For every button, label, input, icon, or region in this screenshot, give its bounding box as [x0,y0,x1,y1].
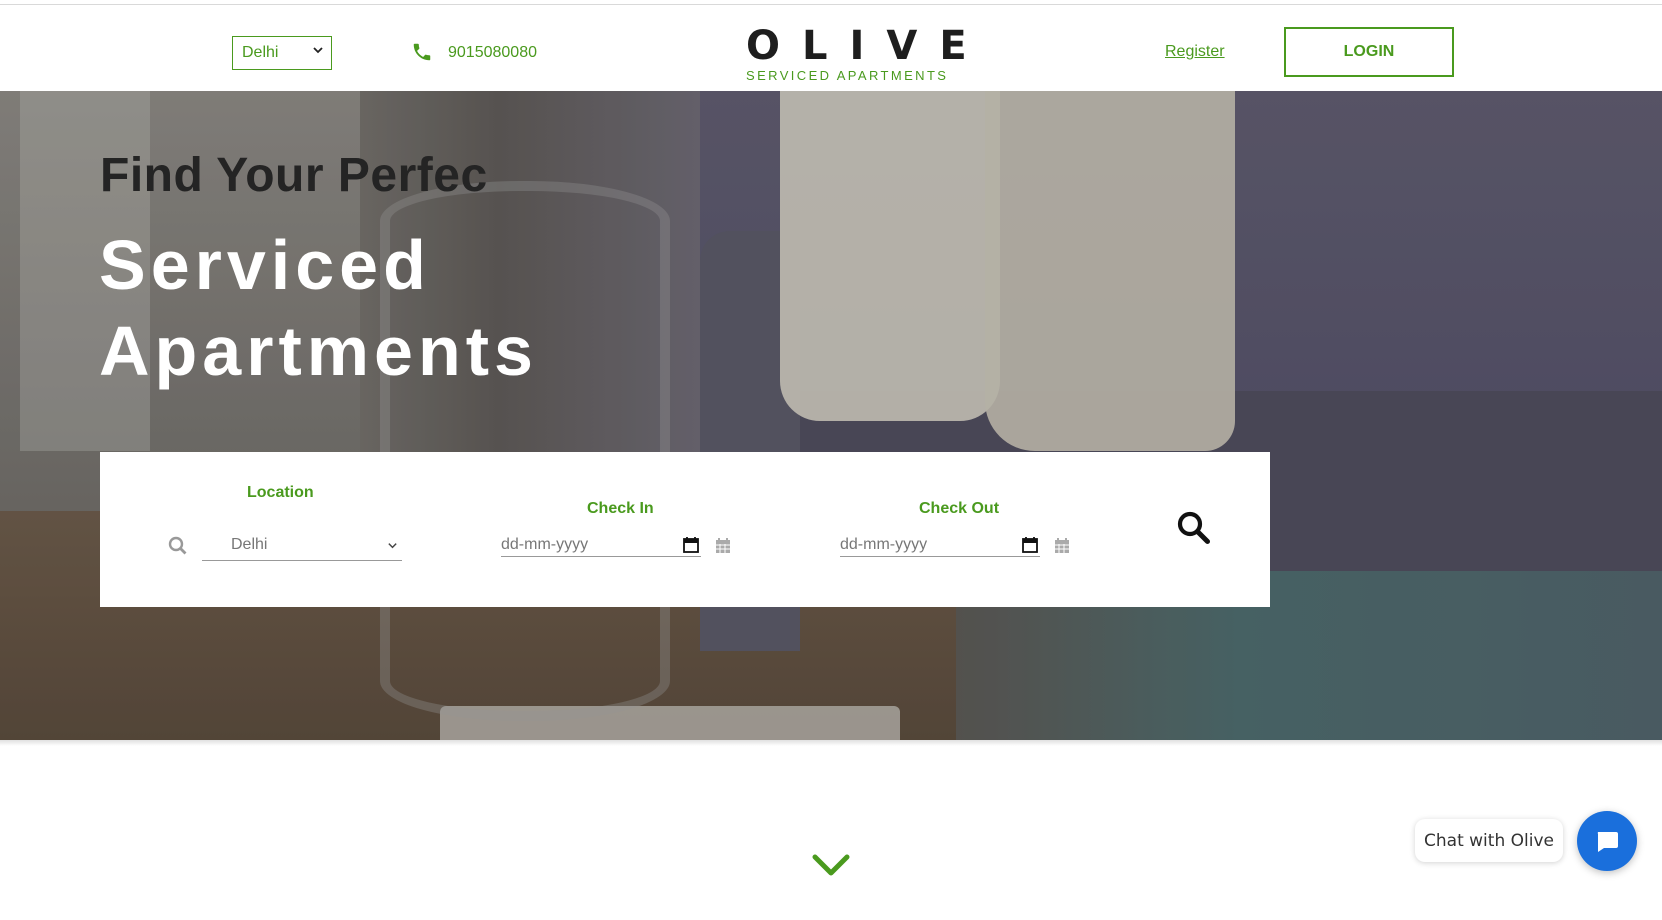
olive-logo[interactable]: OLIVE SERVICED APARTMENTS [746,23,989,86]
checkout-label: Check Out [919,500,1000,517]
location-label: Location [247,484,314,501]
top-border [0,0,1662,5]
calendar-icon[interactable] [1022,536,1038,553]
search-panel: Location Delhi Check In dd-mm-yyyy Check… [100,452,1270,607]
register-link[interactable]: Register [1165,43,1225,61]
checkin-placeholder: dd-mm-yyyy [501,536,589,553]
calendar-icon [716,538,730,553]
calendar-icon [1055,538,1069,553]
chat-bubble-icon [1597,832,1618,852]
checkout-date-input[interactable]: dd-mm-yyyy [840,528,1040,557]
chevron-down-icon[interactable] [811,852,851,878]
location-select[interactable]: Delhi [202,528,402,561]
logo-tagline: SERVICED APARTMENTS [746,68,949,83]
hero-heading-line1: Find Your Perfec [100,149,488,202]
logo-wordmark: OLIVE [746,23,989,69]
location-select-value: Delhi [231,536,268,553]
phone-number[interactable]: 9015080080 [448,44,537,62]
checkout-placeholder: dd-mm-yyyy [840,536,928,553]
search-icon [168,536,187,555]
search-icon[interactable] [1176,510,1212,546]
chevron-down-icon [388,543,397,549]
hero-heading-line3: Apartments [99,312,538,390]
login-button[interactable]: LOGIN [1284,27,1454,77]
checkin-date-input[interactable]: dd-mm-yyyy [501,528,701,557]
calendar-icon[interactable] [683,536,699,553]
hero-banner: Find Your Perfec Serviced Apartments [0,91,1662,740]
chat-button[interactable] [1577,811,1637,871]
city-select-value: Delhi [242,44,279,61]
city-select[interactable]: Delhi [232,36,332,70]
hero-shadow [0,740,1662,746]
checkin-label: Check In [587,500,654,517]
chat-label[interactable]: Chat with Olive [1415,819,1563,862]
site-header: Delhi 9015080080 OLIVE SERVICED APARTMEN… [0,6,1662,91]
hero-heading-line2: Serviced [99,226,431,304]
phone-icon [413,43,431,61]
chevron-down-icon [313,47,323,54]
